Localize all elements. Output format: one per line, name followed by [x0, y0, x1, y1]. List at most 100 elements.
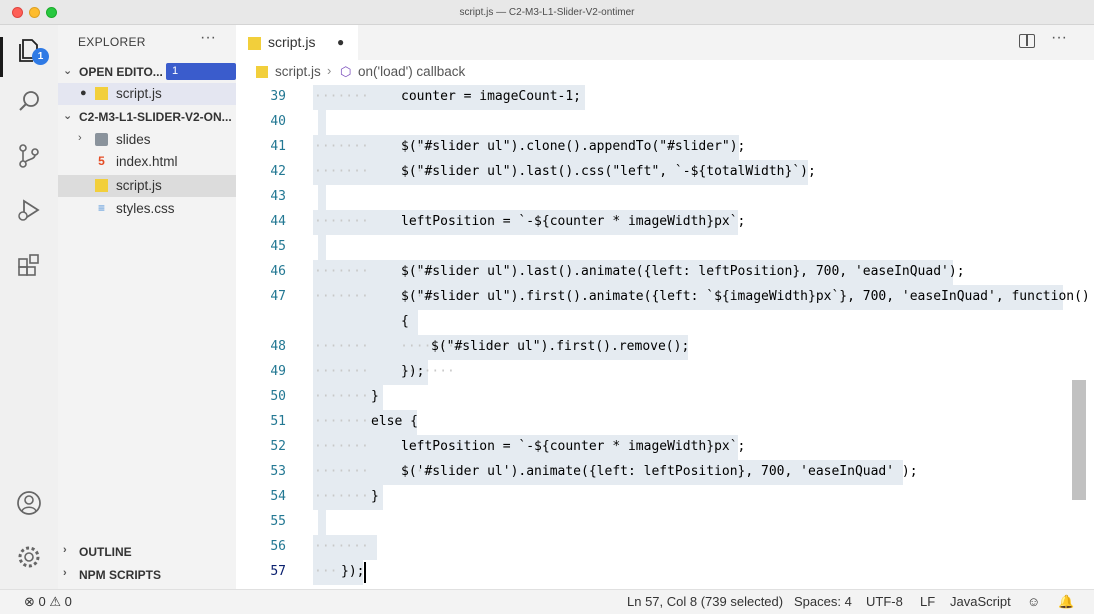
split-editor-icon[interactable]	[1019, 34, 1035, 48]
line-number: 50	[270, 389, 286, 404]
chevron-down-icon: ⌄	[63, 65, 73, 77]
code-text: $('#slider ul').animate({left: leftPosit…	[401, 464, 918, 479]
indentation[interactable]: Spaces: 4	[794, 594, 852, 609]
file-encoding[interactable]: UTF-8	[866, 594, 903, 609]
tree-item-label: slides	[116, 132, 151, 147]
code-text: counter = imageCount-1;	[401, 89, 582, 104]
code-text: });	[341, 564, 365, 579]
whitespace-indicator: ······· ·······	[314, 364, 455, 379]
line-number: 43	[270, 189, 286, 204]
project-folder-section[interactable]: ⌄ C2-M3-L1-SLIDER-V2-ON...	[58, 106, 236, 128]
code-text: $("#slider ul").last().animate({left: le…	[401, 264, 965, 279]
code-line[interactable]: 51 ······· else {	[236, 410, 1094, 435]
line-number: 41	[270, 139, 286, 154]
title-bar: script.js — C2-M3-L1-Slider-V2-ontimer	[0, 0, 1094, 25]
open-editors-label: OPEN EDITO...	[79, 65, 163, 79]
code-editor[interactable]: 39 ······· ······· counter = imageCount-…	[236, 85, 1094, 589]
cursor-position[interactable]: Ln 57, Col 8 (739 selected)	[627, 594, 783, 609]
outline-section[interactable]: › OUTLINE	[58, 541, 236, 563]
code-line[interactable]: 39 ······· ······· counter = imageCount-…	[236, 85, 1094, 110]
js-file-icon	[248, 37, 261, 50]
tab-script-js[interactable]: script.js ●	[236, 25, 358, 60]
language-mode[interactable]: JavaScript	[950, 594, 1011, 609]
breadcrumb-file[interactable]: script.js	[275, 64, 321, 79]
code-line[interactable]: 50 ······· }	[236, 385, 1094, 410]
code-line[interactable]: 47 ······· ······· $("#slider ul").first…	[236, 285, 1094, 310]
account-icon[interactable]	[14, 488, 44, 518]
activity-bar: 1	[0, 25, 58, 589]
open-editor-script-js[interactable]: ● script.js	[58, 83, 236, 105]
code-line[interactable]: 45	[236, 235, 1094, 260]
code-line[interactable]: 46 ······· ······· $("#slider ul").last(…	[236, 260, 1094, 285]
line-number: 52	[270, 439, 286, 454]
window-title: script.js — C2-M3-L1-Slider-V2-ontimer	[459, 7, 635, 18]
code-line[interactable]: 40	[236, 110, 1094, 135]
explorer-more-button[interactable]: ···	[200, 29, 216, 47]
line-number: 54	[270, 489, 286, 504]
editor-more-button[interactable]: ···	[1051, 29, 1067, 47]
code-text: {	[401, 314, 409, 329]
feedback-icon[interactable]: ☺	[1027, 594, 1040, 609]
notifications-bell-icon[interactable]: 🔔	[1058, 594, 1074, 610]
chevron-right-icon: ›	[63, 544, 67, 556]
run-debug-icon[interactable]	[14, 195, 44, 225]
line-number: 51	[270, 414, 286, 429]
line-number: 48	[270, 339, 286, 354]
code-text: $("#slider ul").last().css("left", `-${t…	[401, 164, 816, 179]
line-number: 47	[270, 289, 286, 304]
tree-item-styles-css[interactable]: ≡ styles.css	[58, 198, 236, 220]
problems-indicator[interactable]: ⊗ 0 ⚠ 0	[24, 594, 72, 610]
line-number: 57	[270, 564, 286, 579]
project-folder-label: C2-M3-L1-SLIDER-V2-ON...	[79, 110, 232, 124]
js-file-icon	[95, 179, 108, 192]
chevron-right-icon: ›	[78, 132, 82, 144]
code-line[interactable]: 44 ······· ······· leftPosition = `-${co…	[236, 210, 1094, 235]
tree-item-index-html[interactable]: 5 index.html	[58, 151, 236, 173]
tree-item-slides[interactable]: › slides	[58, 129, 236, 151]
whitespace-indicator: ·······	[314, 414, 369, 429]
line-number: 49	[270, 364, 286, 379]
code-line[interactable]: 53 ······· ······· $('#slider ul').anima…	[236, 460, 1094, 485]
code-text: else {	[371, 414, 418, 429]
selection-highlight	[318, 510, 326, 535]
code-line[interactable]: 48 ······· ······· ··· $("#slider ul").f…	[236, 335, 1094, 360]
end-of-line[interactable]: LF	[920, 594, 935, 609]
code-line[interactable]: 41 ······· ······· $("#slider ul").clone…	[236, 135, 1094, 160]
line-number: 39	[270, 89, 286, 104]
symbol-cube-icon: ⬡	[340, 64, 352, 79]
css-file-icon: ≡	[97, 201, 105, 215]
explorer-badge: 1	[32, 48, 49, 65]
code-line[interactable]: 55	[236, 510, 1094, 535]
vertical-scrollbar-thumb[interactable]	[1072, 380, 1086, 500]
code-text: });	[401, 364, 425, 379]
code-line[interactable]: 54 ······· }	[236, 485, 1094, 510]
whitespace-indicator: ·······	[314, 539, 369, 554]
code-line[interactable]: 52 ······· ······· leftPosition = `-${co…	[236, 435, 1094, 460]
search-icon[interactable]	[14, 87, 44, 117]
open-editors-section[interactable]: ⌄ OPEN EDITO... 1 UNSAVED	[58, 61, 236, 94]
extensions-icon[interactable]	[14, 250, 44, 280]
tree-item-script-js[interactable]: script.js	[58, 175, 236, 197]
breadcrumb-separator: ›	[327, 63, 332, 78]
unsaved-dot-icon[interactable]: ●	[337, 35, 344, 49]
code-text: $("#slider ul").first().animate({left: `…	[401, 289, 1090, 304]
code-line[interactable]: 49 ······· ······· });	[236, 360, 1094, 385]
code-line[interactable]: 56 ·······	[236, 535, 1094, 560]
source-control-icon[interactable]	[14, 141, 44, 171]
code-line[interactable]: 43	[236, 185, 1094, 210]
code-line-current[interactable]: 57 ··· });	[236, 560, 1094, 585]
editor-area: script.js ● ··· script.js › ⬡ on('load')…	[236, 25, 1094, 589]
settings-gear-icon[interactable]	[14, 542, 44, 572]
code-line[interactable]: {	[236, 310, 1094, 335]
active-indicator	[0, 37, 3, 77]
code-text: }	[371, 489, 379, 504]
html5-file-icon: 5	[98, 154, 105, 168]
unsaved-dot-icon[interactable]: ●	[80, 87, 87, 99]
warning-count: 0	[64, 594, 72, 609]
whitespace-indicator: ···	[314, 564, 338, 579]
breadcrumb-symbol[interactable]: on('load') callback	[358, 64, 465, 79]
code-text: $("#slider ul").first().remove();	[431, 339, 690, 354]
code-line[interactable]: 42 ······· ······· $("#slider ul").last(…	[236, 160, 1094, 185]
npm-scripts-section[interactable]: › NPM SCRIPTS	[58, 564, 236, 586]
status-bar: ⊗ 0 ⚠ 0 Ln 57, Col 8 (739 selected) Spac…	[0, 589, 1094, 614]
